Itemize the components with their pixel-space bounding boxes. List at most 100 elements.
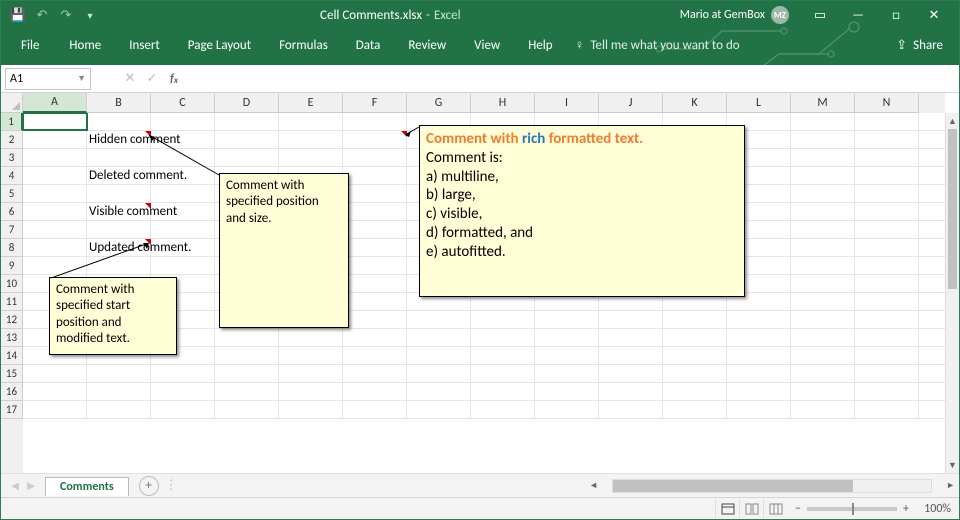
redo-icon[interactable]: ↷ — [55, 4, 77, 26]
cell-G17[interactable] — [407, 401, 471, 418]
cell-N8[interactable] — [855, 239, 919, 256]
cell-C5[interactable] — [151, 185, 215, 202]
view-normal-icon[interactable] — [715, 500, 739, 518]
cell-M3[interactable] — [791, 149, 855, 166]
cell-L15[interactable] — [727, 365, 791, 382]
cell-F7[interactable] — [343, 221, 407, 238]
scroll-up-icon[interactable]: ▲ — [946, 113, 959, 129]
row-header[interactable]: 9 — [1, 257, 23, 275]
cell-F8[interactable] — [343, 239, 407, 256]
zoom-level[interactable]: 100% — [915, 502, 951, 516]
cell-D3[interactable] — [215, 149, 279, 166]
tab-file[interactable]: File — [7, 32, 53, 59]
close-button[interactable]: ✕ — [915, 2, 953, 28]
cell-H12[interactable] — [471, 311, 535, 328]
cell-J17[interactable] — [599, 401, 663, 418]
cell-M12[interactable] — [791, 311, 855, 328]
cell-F3[interactable] — [343, 149, 407, 166]
scroll-down-icon[interactable]: ▼ — [946, 457, 959, 473]
new-sheet-button[interactable]: + — [139, 476, 159, 496]
cell-H16[interactable] — [471, 383, 535, 400]
cell-M13[interactable] — [791, 329, 855, 346]
col-header-n[interactable]: N — [855, 93, 919, 113]
cell-M9[interactable] — [791, 257, 855, 274]
col-header-a[interactable]: A — [23, 93, 87, 113]
cell-E16[interactable] — [279, 383, 343, 400]
cell-F13[interactable] — [343, 329, 407, 346]
cell-M11[interactable] — [791, 293, 855, 310]
sheet-tab-active[interactable]: Comments — [45, 477, 129, 496]
cell-K13[interactable] — [663, 329, 727, 346]
spreadsheet-grid[interactable]: A B C D E F G H I J K L M N 123456789101… — [1, 93, 959, 473]
tab-insert[interactable]: Insert — [115, 32, 174, 59]
cell-N2[interactable] — [855, 131, 919, 148]
cell-N13[interactable] — [855, 329, 919, 346]
enter-entry-icon[interactable]: ✓ — [141, 68, 163, 90]
col-header-h[interactable]: H — [471, 93, 535, 113]
row-header[interactable]: 4 — [1, 167, 23, 185]
select-all-corner[interactable] — [1, 93, 23, 113]
cell-J14[interactable] — [599, 347, 663, 364]
comment-indicator[interactable] — [145, 131, 151, 137]
cell-L16[interactable] — [727, 383, 791, 400]
cell-F5[interactable] — [343, 185, 407, 202]
cell-N5[interactable] — [855, 185, 919, 202]
row-header[interactable]: 5 — [1, 185, 23, 203]
col-header-i[interactable]: I — [535, 93, 599, 113]
name-box[interactable]: A1 ▼ — [5, 68, 91, 90]
cell-G15[interactable] — [407, 365, 471, 382]
cell-L13[interactable] — [727, 329, 791, 346]
cell-E2[interactable] — [279, 131, 343, 148]
vertical-scrollbar[interactable]: ▲ ▼ — [945, 113, 959, 473]
cell-G13[interactable] — [407, 329, 471, 346]
qat-more-icon[interactable]: ▾ — [79, 4, 101, 26]
cell-E13[interactable] — [279, 329, 343, 346]
cell-F14[interactable] — [343, 347, 407, 364]
undo-icon[interactable]: ↶ — [31, 4, 53, 26]
row-header[interactable]: 7 — [1, 221, 23, 239]
cell-M17[interactable] — [791, 401, 855, 418]
cell-K16[interactable] — [663, 383, 727, 400]
cell-I12[interactable] — [535, 311, 599, 328]
col-header-d[interactable]: D — [215, 93, 279, 113]
row-header[interactable]: 14 — [1, 347, 23, 365]
tab-home[interactable]: Home — [55, 32, 115, 59]
tab-data[interactable]: Data — [342, 32, 395, 59]
cell-H15[interactable] — [471, 365, 535, 382]
cell-M1[interactable] — [791, 113, 855, 130]
cell-E1[interactable] — [279, 113, 343, 130]
cell-N10[interactable] — [855, 275, 919, 292]
cell-M16[interactable] — [791, 383, 855, 400]
cell-N7[interactable] — [855, 221, 919, 238]
row-header[interactable]: 12 — [1, 311, 23, 329]
cell-E17[interactable] — [279, 401, 343, 418]
cell-F15[interactable] — [343, 365, 407, 382]
comment-box[interactable]: Comment with specified position and size… — [219, 173, 349, 328]
cell-F17[interactable] — [343, 401, 407, 418]
row-header[interactable]: 8 — [1, 239, 23, 257]
cell-N17[interactable] — [855, 401, 919, 418]
horizontal-scrollbar[interactable]: ◄ ► — [589, 478, 955, 494]
cell-B17[interactable] — [87, 401, 151, 418]
cell-A16[interactable] — [23, 383, 87, 400]
cell-F1[interactable] — [343, 113, 407, 130]
cell-H14[interactable] — [471, 347, 535, 364]
tab-page-layout[interactable]: Page Layout — [174, 32, 265, 59]
cell-E14[interactable] — [279, 347, 343, 364]
tab-review[interactable]: Review — [394, 32, 460, 59]
cell-G12[interactable] — [407, 311, 471, 328]
tab-view[interactable]: View — [460, 32, 514, 59]
cell-N4[interactable] — [855, 167, 919, 184]
cell-M4[interactable] — [791, 167, 855, 184]
cell-I14[interactable] — [535, 347, 599, 364]
cell-N16[interactable] — [855, 383, 919, 400]
cell-D1[interactable] — [215, 113, 279, 130]
cell-L14[interactable] — [727, 347, 791, 364]
cell-N9[interactable] — [855, 257, 919, 274]
row-header[interactable]: 11 — [1, 293, 23, 311]
sheet-nav-prev-icon[interactable]: ◄ — [7, 478, 23, 494]
row-header[interactable]: 3 — [1, 149, 23, 167]
cell-C3[interactable] — [151, 149, 215, 166]
cell-D2[interactable] — [215, 131, 279, 148]
cell-N1[interactable] — [855, 113, 919, 130]
